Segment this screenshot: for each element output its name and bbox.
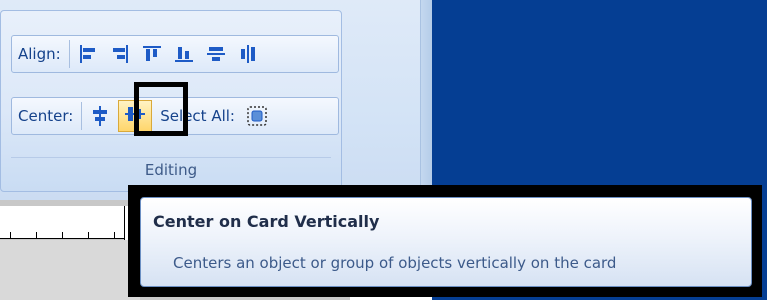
align-left-icon[interactable] <box>75 41 101 67</box>
align-center-icon[interactable] <box>235 41 261 67</box>
center-horizontally-icon[interactable] <box>87 103 113 129</box>
align-right-icon[interactable] <box>107 41 133 67</box>
select-all-icon[interactable] <box>244 103 270 129</box>
workspace-background <box>0 240 140 300</box>
align-middle-icon[interactable] <box>203 41 229 67</box>
align-row: Align: <box>11 35 339 73</box>
center-label: Center: <box>18 107 74 125</box>
tooltip-title: Center on Card Vertically <box>153 212 380 231</box>
group-caption: Editing <box>144 161 198 179</box>
tooltip: Center on Card Vertically Centers an obj… <box>140 197 752 287</box>
group-divider <box>11 157 331 158</box>
tooltip-description: Centers an object or group of objects ve… <box>173 254 617 272</box>
highlight-frame <box>134 82 188 136</box>
align-top-icon[interactable] <box>139 41 165 67</box>
align-bottom-icon[interactable] <box>171 41 197 67</box>
align-label: Align: <box>18 45 61 63</box>
separator <box>68 40 70 68</box>
separator <box>81 102 83 130</box>
